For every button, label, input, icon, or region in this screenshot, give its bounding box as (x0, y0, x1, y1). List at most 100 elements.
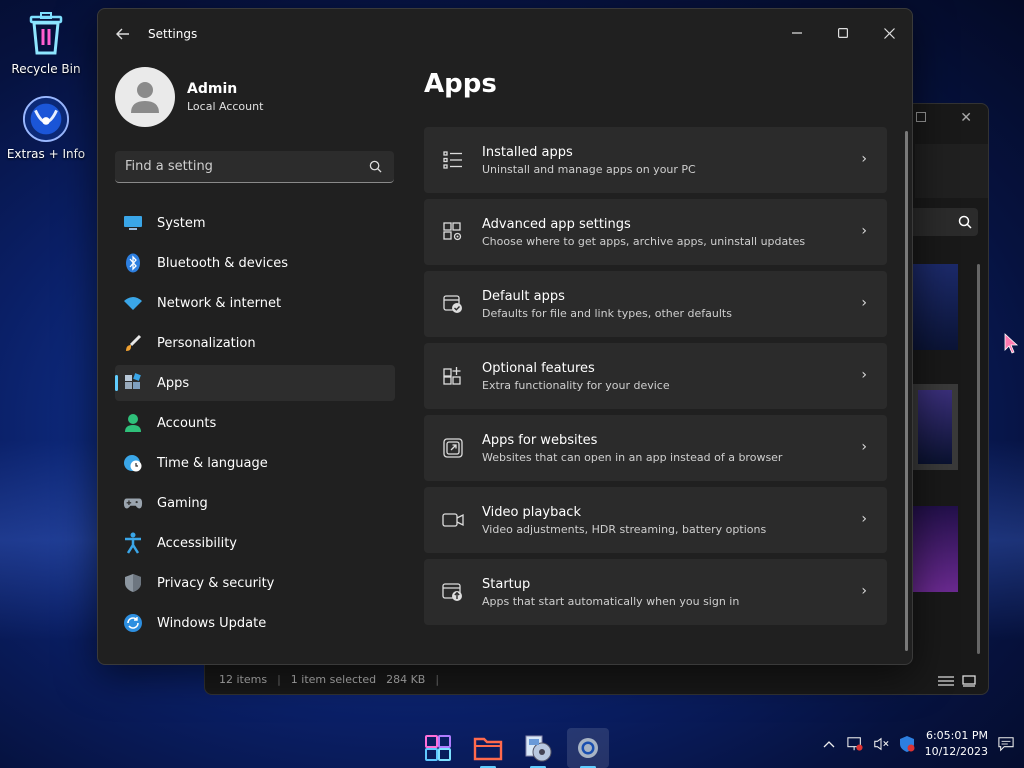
thumbnail[interactable] (912, 506, 958, 592)
chevron-right-icon: › (861, 151, 867, 167)
minimize-button[interactable] (774, 17, 820, 49)
gamepad-icon (123, 493, 143, 513)
thumbnail[interactable] (912, 264, 958, 350)
desktop-icon-label: Recycle Bin (11, 62, 81, 76)
maximize-button[interactable] (820, 17, 866, 49)
clock-time: 6:05:01 PM (925, 729, 988, 742)
card-title: Startup (482, 576, 531, 592)
back-button[interactable] (112, 23, 134, 45)
desktop-icon-recycle-bin[interactable]: Recycle Bin (3, 10, 89, 76)
settings-card-advanced-app-settings[interactable]: Advanced app settings Choose where to get… (424, 199, 887, 265)
chevron-right-icon: › (861, 511, 867, 527)
sidebar-item-privacy[interactable]: Privacy & security (115, 565, 395, 601)
sidebar-item-label: Privacy & security (157, 575, 275, 591)
sidebar-item-bluetooth[interactable]: Bluetooth & devices (115, 245, 395, 281)
settings-card-default-apps[interactable]: Default apps Defaults for file and link t… (424, 271, 887, 337)
close-button[interactable] (866, 17, 912, 49)
chevron-right-icon: › (861, 367, 867, 383)
sidebar-item-system[interactable]: System (115, 205, 395, 241)
desktop-icon-extras-info[interactable]: Extras + Info (3, 95, 89, 161)
settings-card-startup[interactable]: Startup Apps that start automatically whe… (424, 559, 887, 625)
volume-muted-icon[interactable] (873, 736, 889, 752)
wifi-icon (123, 293, 143, 313)
user-profile[interactable]: Admin Local Account (115, 67, 263, 127)
thumbnail[interactable] (912, 384, 958, 470)
system-tray: 6:05:01 PM 10/12/2023 (821, 728, 1014, 760)
maximize-icon (838, 28, 848, 38)
status-bar: 12 items | 1 item selected 284 KB | (205, 664, 988, 694)
desktop-icon-label: Extras + Info (6, 147, 86, 161)
card-subtitle: Video adjustments, HDR streaming, batter… (482, 522, 767, 536)
sidebar-item-personalization[interactable]: Personalization (115, 325, 395, 361)
sidebar-item-accessibility[interactable]: Accessibility (115, 525, 395, 561)
startup-icon (424, 582, 482, 602)
recycle-bin-icon (22, 10, 70, 58)
sidebar-item-label: Accessibility (157, 535, 237, 551)
card-subtitle: Choose where to get apps, archive apps, … (482, 234, 806, 248)
chevron-right-icon: › (861, 439, 867, 455)
settings-card-optional-features[interactable]: Optional features Extra functionality for… (424, 343, 887, 409)
back-arrow-icon (116, 28, 129, 40)
explorer-search-box[interactable] (906, 208, 978, 236)
details-view-icon[interactable] (938, 675, 954, 687)
start-button[interactable] (417, 728, 459, 768)
sidebar-item-label: Apps (157, 375, 190, 391)
sidebar-item-accounts[interactable]: Accounts (115, 405, 395, 441)
sidebar-item-label: Gaming (157, 495, 208, 511)
card-subtitle: Websites that can open in an app instead… (482, 450, 783, 464)
clock-date: 10/12/2023 (924, 745, 988, 758)
maximize-icon[interactable] (916, 112, 926, 122)
sidebar-item-windows-update[interactable]: Windows Update (115, 605, 395, 641)
brush-icon (123, 333, 143, 353)
scrollbar[interactable] (905, 131, 908, 651)
card-subtitle: Extra functionality for your device (482, 378, 670, 392)
media-icon (525, 735, 552, 762)
taskbar-apps (417, 728, 609, 768)
notifications-icon[interactable] (998, 736, 1014, 752)
search-icon (958, 215, 972, 229)
add-feature-icon (424, 366, 482, 386)
extras-info-icon (22, 95, 70, 143)
sidebar-item-apps[interactable]: Apps (115, 365, 395, 401)
user-avatar-icon (131, 82, 159, 113)
file-explorer-icon (473, 737, 503, 761)
accessibility-icon (123, 532, 143, 554)
settings-card-apps-for-websites[interactable]: Apps for websites Websites that can open … (424, 415, 887, 481)
explorer-toolbar (915, 144, 988, 198)
card-title: Advanced app settings (482, 216, 631, 232)
person-icon (123, 413, 143, 433)
avatar (115, 67, 175, 127)
network-icon[interactable] (846, 736, 863, 752)
divider: | (435, 672, 440, 686)
chevron-up-icon[interactable] (821, 736, 837, 752)
security-shield-icon[interactable] (899, 736, 915, 752)
tiles-view-icon[interactable] (962, 675, 976, 687)
sidebar-item-gaming[interactable]: Gaming (115, 485, 395, 521)
card-title: Video playback (482, 504, 581, 520)
sidebar-item-label: System (157, 215, 206, 231)
search-placeholder: Find a setting (125, 159, 213, 174)
settings-card-video-playback[interactable]: Video playback Video adjustments, HDR str… (424, 487, 887, 553)
mouse-pointer-icon (1004, 333, 1019, 354)
close-icon (883, 27, 895, 39)
apps-icon (123, 373, 143, 393)
taskbar-media-app[interactable] (517, 728, 559, 768)
clock[interactable]: 6:05:01 PM 10/12/2023 (925, 728, 988, 760)
sidebar-item-time-language[interactable]: Time & language (115, 445, 395, 481)
search-input[interactable]: Find a setting (115, 151, 394, 183)
sidebar-nav: System Bluetooth & devices Network & int… (115, 205, 395, 645)
video-icon (424, 512, 482, 528)
bluetooth-icon (123, 253, 143, 273)
settings-window[interactable]: Settings Admin Local Account Find a sett… (97, 8, 913, 665)
view-toggle (938, 675, 976, 687)
start-icon (425, 735, 451, 761)
taskbar-settings[interactable] (567, 728, 609, 768)
taskbar-file-explorer[interactable] (467, 728, 509, 768)
settings-card-installed-apps[interactable]: Installed apps Uninstall and manage apps … (424, 127, 887, 193)
scrollbar[interactable] (977, 264, 980, 654)
status-size: 284 KB (386, 672, 426, 686)
sidebar-item-network[interactable]: Network & internet (115, 285, 395, 321)
sidebar-item-label: Personalization (157, 335, 256, 351)
apps-settings-list: Installed apps Uninstall and manage apps … (424, 127, 887, 631)
close-icon[interactable]: ✕ (960, 110, 972, 126)
